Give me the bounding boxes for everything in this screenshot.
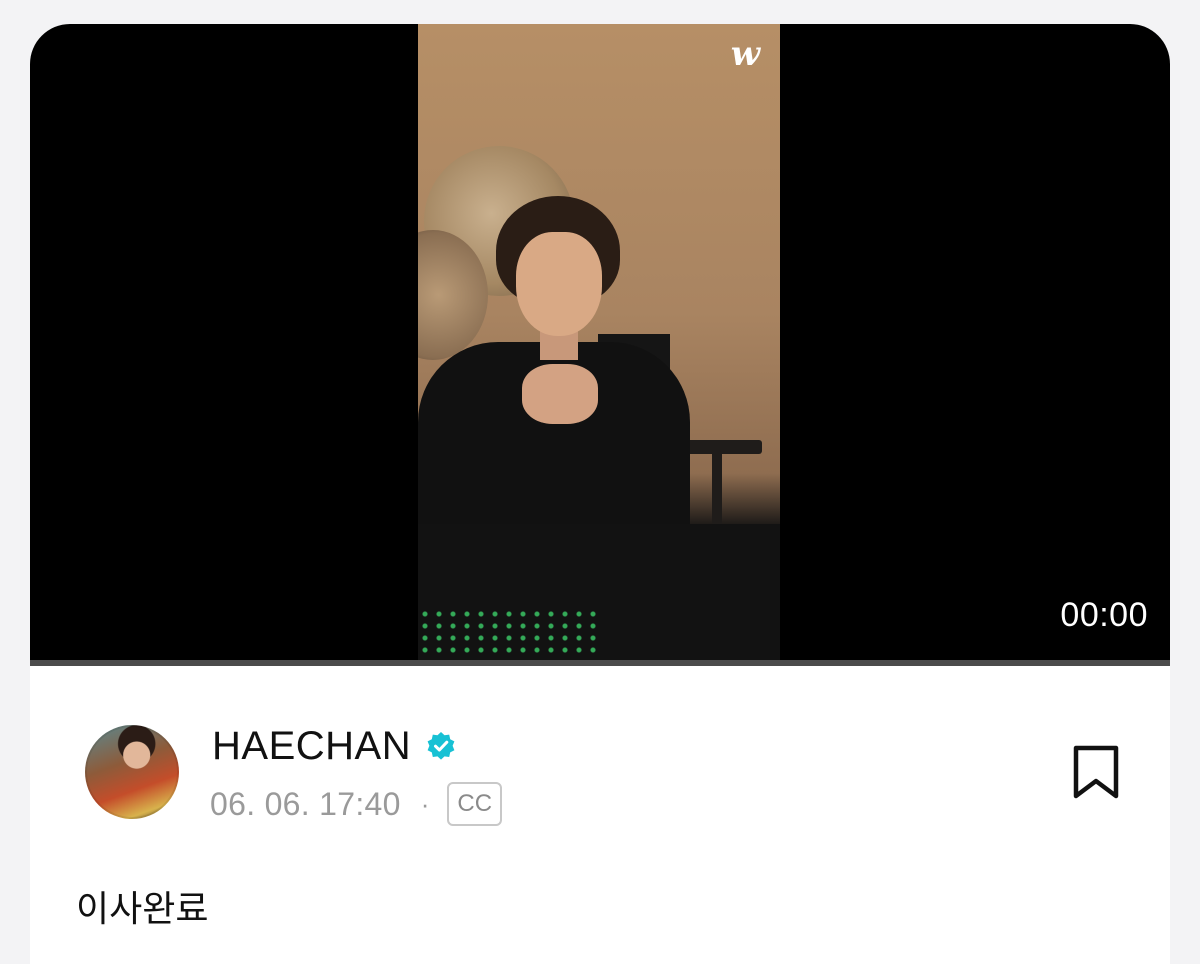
post-card: w 00:00 HAECHAN 06. 06. 17:40 · CC 이사완료 <box>30 24 1170 964</box>
background-stand-leg <box>712 452 722 532</box>
post-date: 06. 06. 17:40 <box>210 785 401 822</box>
person-face <box>516 232 602 336</box>
artist-avatar[interactable] <box>85 725 179 819</box>
video-frame[interactable]: w <box>418 24 780 666</box>
video-progress-bar[interactable] <box>30 660 1170 666</box>
artist-name[interactable]: HAECHAN <box>212 724 411 769</box>
bookmark-icon[interactable] <box>1070 744 1122 800</box>
artist-name-row: HAECHAN <box>212 724 457 769</box>
cc-badge: CC <box>447 782 503 826</box>
person-hands <box>522 364 598 424</box>
video-timecode: 00:00 <box>1060 596 1148 634</box>
meta-separator: · <box>420 788 430 819</box>
post-meta-row: 06. 06. 17:40 · CC <box>210 782 503 826</box>
verified-badge-icon <box>427 731 455 760</box>
weverse-logo: w <box>730 34 760 74</box>
keyboard-backlight <box>418 608 598 658</box>
post-caption: 이사완료 <box>76 889 209 930</box>
video-player[interactable]: w 00:00 <box>30 24 1170 666</box>
avatar-ring <box>85 725 179 819</box>
